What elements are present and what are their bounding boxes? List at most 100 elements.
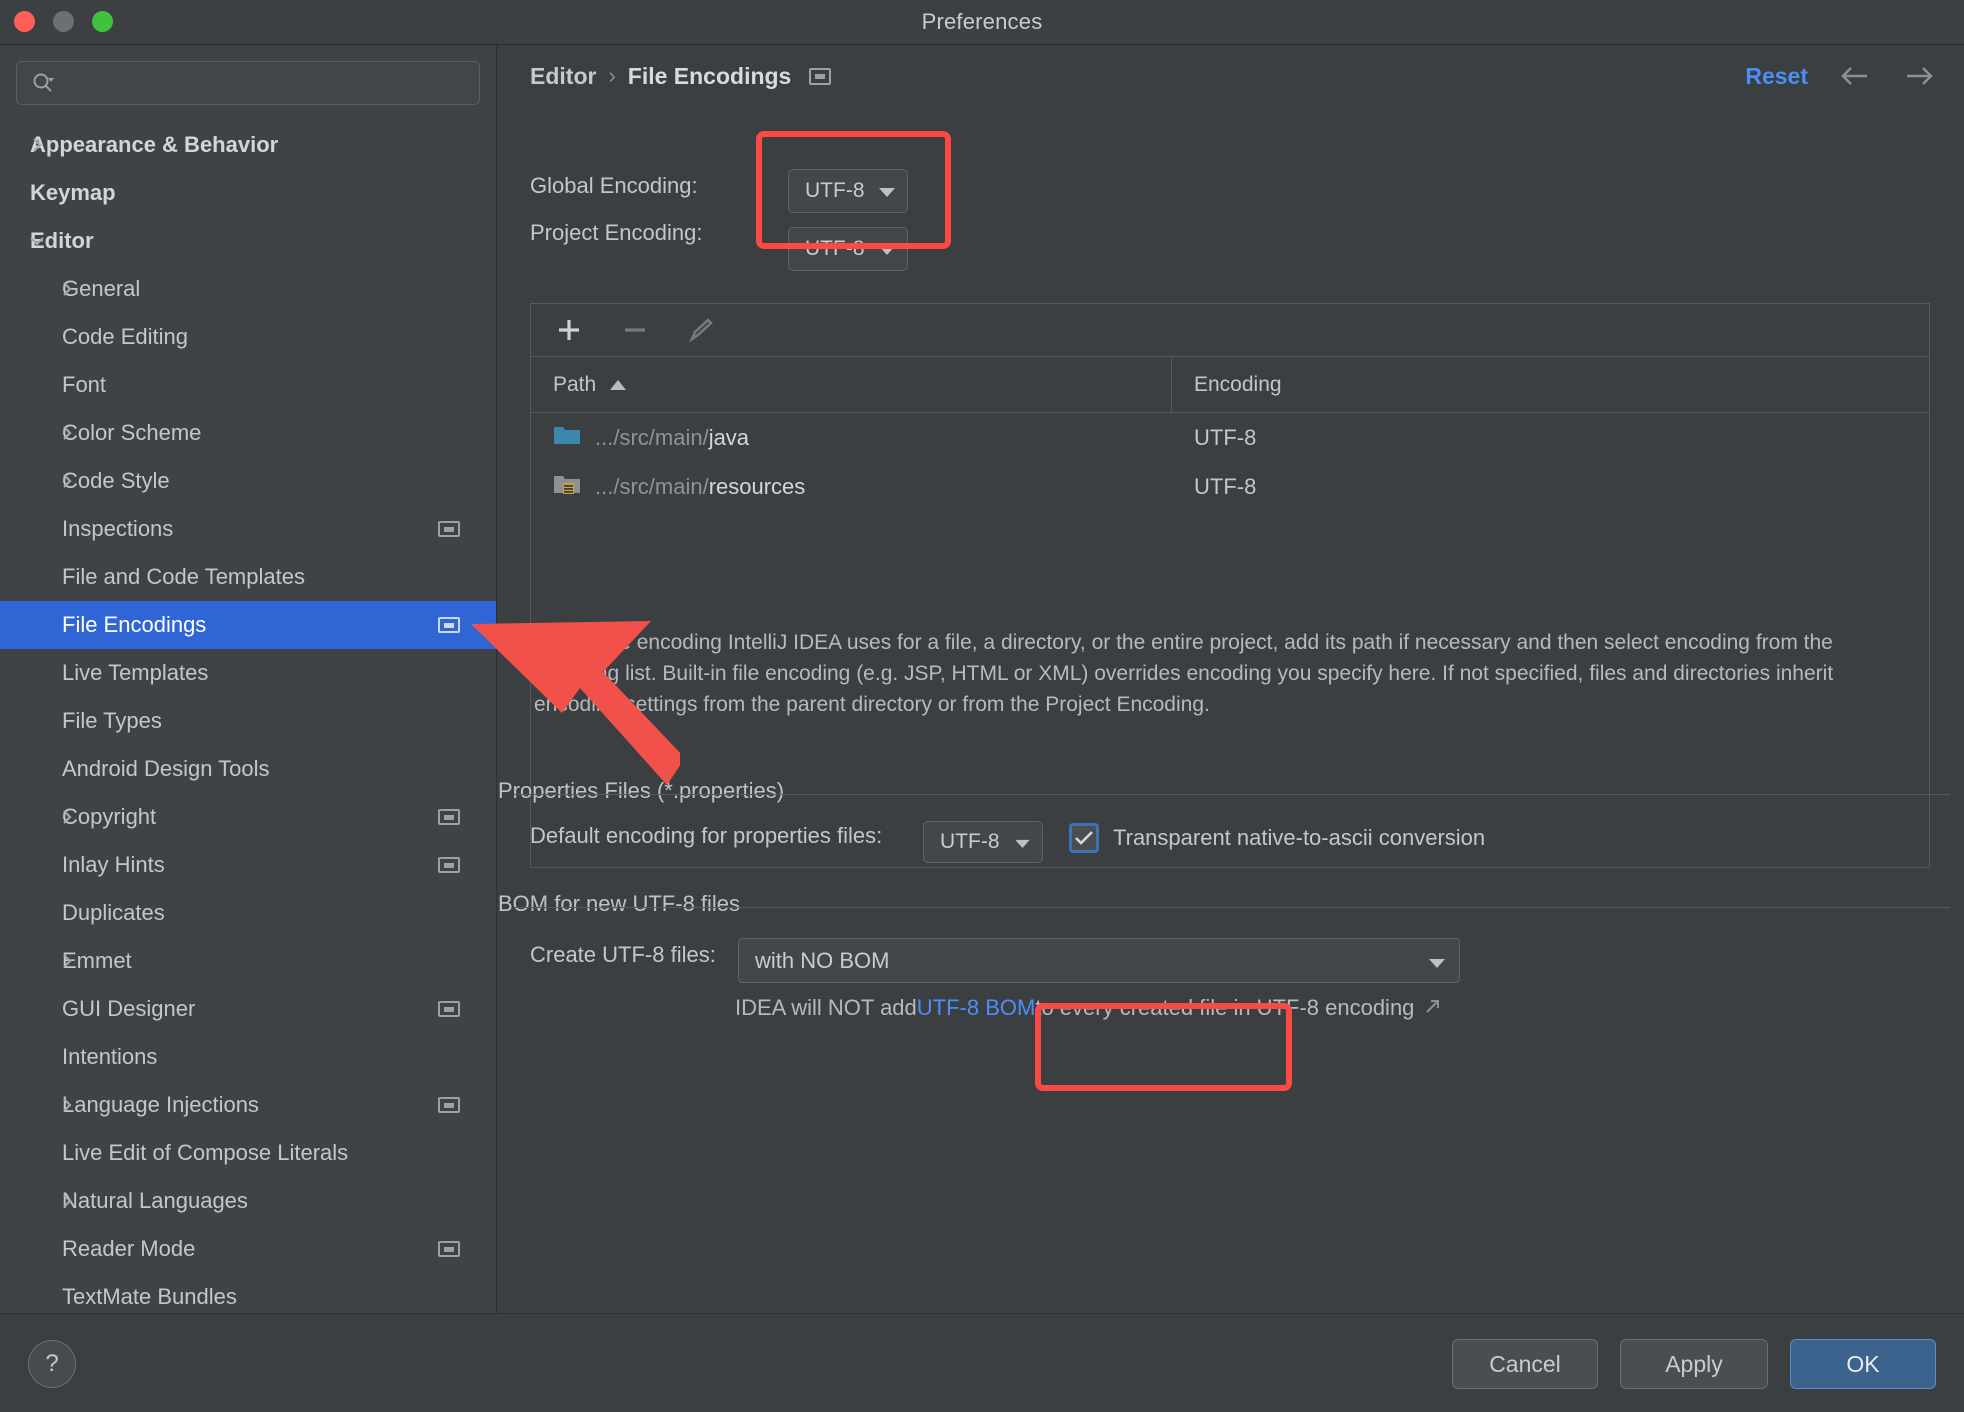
default-properties-encoding-dropdown[interactable]: UTF-8 [923,821,1043,863]
chevron-right-icon[interactable] [52,472,82,490]
encodings-description: To change encoding IntelliJ IDEA uses fo… [534,631,1834,716]
table-cell-path: .../src/main/resources [531,472,1172,502]
sidebar-item-gui-designer[interactable]: GUI Designer [0,985,496,1033]
breadcrumb-parent[interactable]: Editor [530,63,596,90]
sidebar-item-file-and-code-templates[interactable]: File and Code Templates [0,553,496,601]
help-button[interactable]: ? [28,1340,76,1388]
global-encoding-label: Global Encoding: [530,173,698,198]
table-toolbar[interactable] [531,304,1929,357]
ok-button[interactable]: OK [1790,1339,1936,1389]
sidebar-item-keymap[interactable]: Keymap [0,169,496,217]
sidebar-item-inspections[interactable]: Inspections [0,505,496,553]
bom-note: IDEA will NOT add UTF-8 BOM to every cre… [735,995,1442,1021]
properties-section-title: Properties Files (*.properties) [498,778,785,803]
settings-tree[interactable]: Appearance & Behavior Keymap Editor General… [0,121,496,1313]
chevron-right-icon[interactable] [52,280,82,298]
sort-ascending-icon [610,373,627,397]
pencil-icon[interactable] [685,314,717,346]
project-encoding-label: Project Encoding: [530,220,703,245]
column-header-path-label: Path [553,372,597,396]
zoom-window-button[interactable] [92,11,113,32]
minus-icon[interactable] [619,314,651,346]
sidebar-item-file-encodings[interactable]: File Encodings [0,601,496,649]
sidebar-item-inlay-hints[interactable]: Inlay Hints [0,841,496,889]
settings-sidebar[interactable]: Appearance & Behavior Keymap Editor General… [0,45,497,1313]
sidebar-item-label: Language Injections [62,1092,259,1117]
arrow-right-icon[interactable] [1902,62,1936,90]
table-body[interactable]: .../src/main/java UTF-8 .../src/main/resou… [531,413,1929,511]
sidebar-item-font[interactable]: Font [0,361,496,409]
bom-note-prefix: IDEA will NOT add [735,995,917,1020]
table-row[interactable]: .../src/main/resources UTF-8 [531,462,1929,511]
chevron-down-icon [1015,830,1030,854]
chevron-right-icon[interactable] [22,136,52,154]
sidebar-item-label: Reader Mode [62,1236,196,1261]
arrow-left-icon[interactable] [1838,62,1872,90]
sidebar-item-label: Natural Languages [62,1188,248,1213]
transparent-conversion-checkbox[interactable] [1069,823,1099,853]
transparent-conversion-row[interactable]: Transparent native-to-ascii conversion [1069,823,1485,853]
sidebar-item-copyright[interactable]: Copyright [0,793,496,841]
minimize-window-button[interactable] [53,11,74,32]
sidebar-item-reader-mode[interactable]: Reader Mode [0,1225,496,1273]
table-cell-encoding[interactable]: UTF-8 [1172,425,1256,451]
sidebar-item-label: File Encodings [62,612,207,637]
sidebar-item-natural-languages[interactable]: Natural Languages [0,1177,496,1225]
chevron-right-icon[interactable] [52,952,82,970]
sidebar-item-label: Live Edit of Compose Literals [62,1140,349,1165]
sidebar-item-live-templates[interactable]: Live Templates [0,649,496,697]
search-box[interactable] [16,61,480,105]
sidebar-item-live-edit-of-compose-literals[interactable]: Live Edit of Compose Literals [0,1129,496,1177]
project-encoding-value: UTF-8 [805,237,865,260]
sidebar-item-general[interactable]: General [0,265,496,313]
path-name: java [708,424,750,450]
project-encoding-dropdown[interactable]: UTF-8 [788,227,908,271]
create-utf8-label: Create UTF-8 files: [530,942,716,967]
create-utf8-dropdown[interactable]: with NO BOM [738,938,1460,983]
chevron-right-icon[interactable] [52,424,82,442]
breadcrumb: Editor › File Encodings Reset [498,45,1964,107]
close-window-button[interactable] [14,11,35,32]
properties-section-rule [514,794,1950,795]
reset-button[interactable]: Reset [1745,63,1808,90]
sidebar-item-label: GUI Designer [62,996,196,1021]
chevron-right-icon[interactable] [52,1096,82,1114]
column-header-path[interactable]: Path [531,357,1172,412]
sidebar-item-emmet[interactable]: Emmet [0,937,496,985]
sidebar-item-duplicates[interactable]: Duplicates [0,889,496,937]
project-settings-icon [809,67,832,85]
search-input[interactable] [55,71,479,95]
sidebar-item-color-scheme[interactable]: Color Scheme [0,409,496,457]
path-prefix: .../src/main/ [595,473,709,499]
table-cell-encoding[interactable]: UTF-8 [1172,474,1256,500]
external-link-icon [1424,995,1442,1021]
sidebar-item-intentions[interactable]: Intentions [0,1033,496,1081]
chevron-down-icon[interactable] [22,232,52,250]
chevron-right-icon[interactable] [52,1192,82,1210]
table-row[interactable]: .../src/main/java UTF-8 [531,413,1929,462]
column-header-encoding[interactable]: Encoding [1172,373,1282,397]
sidebar-item-label: Code Editing [62,324,188,349]
cancel-button[interactable]: Cancel [1452,1339,1598,1389]
sidebar-item-android-design-tools[interactable]: Android Design Tools [0,745,496,793]
apply-button[interactable]: Apply [1620,1339,1768,1389]
breadcrumb-separator-icon: › [608,63,616,88]
sidebar-item-label: File Types [62,708,162,733]
sidebar-item-textmate-bundles[interactable]: TextMate Bundles [0,1273,496,1313]
bom-note-link[interactable]: UTF-8 BOM [917,995,1036,1021]
sidebar-item-appearance-behavior[interactable]: Appearance & Behavior [0,121,496,169]
global-encoding-dropdown[interactable]: UTF-8 [788,169,908,213]
sidebar-item-file-types[interactable]: File Types [0,697,496,745]
sidebar-item-language-injections[interactable]: Language Injections [0,1081,496,1129]
search-container [0,45,496,113]
sidebar-item-label: Appearance & Behavior [30,132,279,157]
sidebar-item-editor[interactable]: Editor [0,217,496,265]
window-controls[interactable] [14,11,113,32]
path-name: resources [708,473,806,499]
chevron-right-icon[interactable] [52,808,82,826]
sidebar-item-label: Android Design Tools [62,756,270,781]
sidebar-item-code-editing[interactable]: Code Editing [0,313,496,361]
plus-icon[interactable] [553,314,585,346]
sidebar-item-code-style[interactable]: Code Style [0,457,496,505]
create-utf8-value: with NO BOM [755,947,890,973]
